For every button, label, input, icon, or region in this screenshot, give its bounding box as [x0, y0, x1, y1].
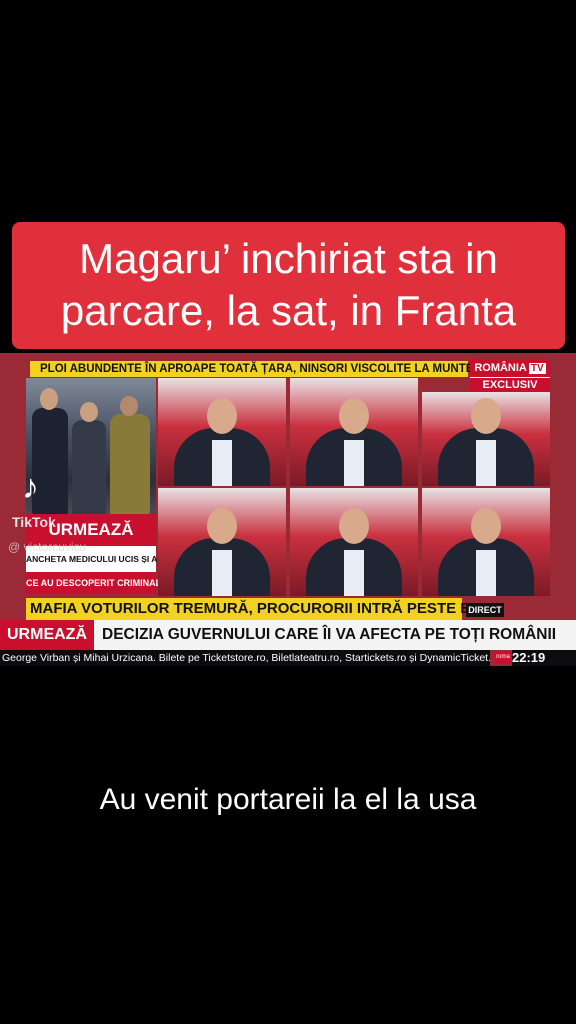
channel-tv: TV [528, 363, 546, 374]
tiktok-logo-icon: ♪ [22, 468, 39, 506]
top-ticker: PLOI ABUNDENTE ÎN APROAPE TOATĂ ȚARA, NI… [30, 361, 473, 377]
channel-name: ROMÂNIA [474, 362, 527, 374]
figure-head [80, 402, 98, 422]
panelist-shirt [212, 440, 232, 486]
figure-head [40, 388, 58, 410]
next-text: DECIZIA GUVERNULUI CARE ÎI VA AFECTA PE … [102, 626, 557, 643]
headline-line-1: Magaru’ inchiriat sta in [79, 235, 498, 282]
figure-head [120, 396, 138, 416]
broadcast-clock: 22:19 [512, 650, 576, 666]
tiktok-brand: TikTok [12, 514, 56, 530]
panelist-head [471, 398, 501, 434]
next-label: URMEAZĂ [0, 620, 94, 650]
panelist-tile [158, 488, 286, 596]
panelist-tile [290, 378, 418, 486]
figure-shape [72, 420, 106, 514]
panelist-head [207, 398, 237, 434]
panelist-head [339, 398, 369, 434]
panelist-tile [158, 378, 286, 486]
panelist-head [339, 508, 369, 544]
lower-third-headline: MAFIA VOTURILOR TREMURĂ, PROCURORII INTR… [26, 598, 474, 620]
exclusive-badge: EXCLUSIV [470, 377, 550, 393]
headline-line-2: parcare, la sat, in Franta [60, 287, 517, 334]
panelist-shirt [344, 440, 364, 486]
panelist-head [471, 508, 501, 544]
panelist-shirt [212, 550, 232, 596]
panelist-shirt [476, 440, 496, 486]
news-crawl: George Virban și Mihai Urzicana. Bilete … [0, 650, 490, 666]
panelist-shirt [344, 550, 364, 596]
panelist-tile [290, 488, 418, 596]
figure-shape [110, 414, 150, 514]
channel-logo: ROMÂNIA TV [470, 359, 550, 377]
side-story-line-2: CE AU DESCOPERIT CRIMINALIȘTII [26, 572, 180, 594]
crawl-logo: roma [494, 651, 512, 664]
video-subtitle: Au venit portareii la el la usa [99, 783, 477, 816]
panelist-tile [422, 488, 550, 596]
headline-caption: Magaru’ inchiriat sta in parcare, la sat… [12, 222, 565, 349]
tiktok-username: @ victorcuvicu [8, 540, 87, 554]
panelist-tile [422, 392, 550, 486]
panelist-head [207, 508, 237, 544]
live-badge: DIRECT [466, 603, 504, 617]
panelist-shirt [476, 550, 496, 596]
